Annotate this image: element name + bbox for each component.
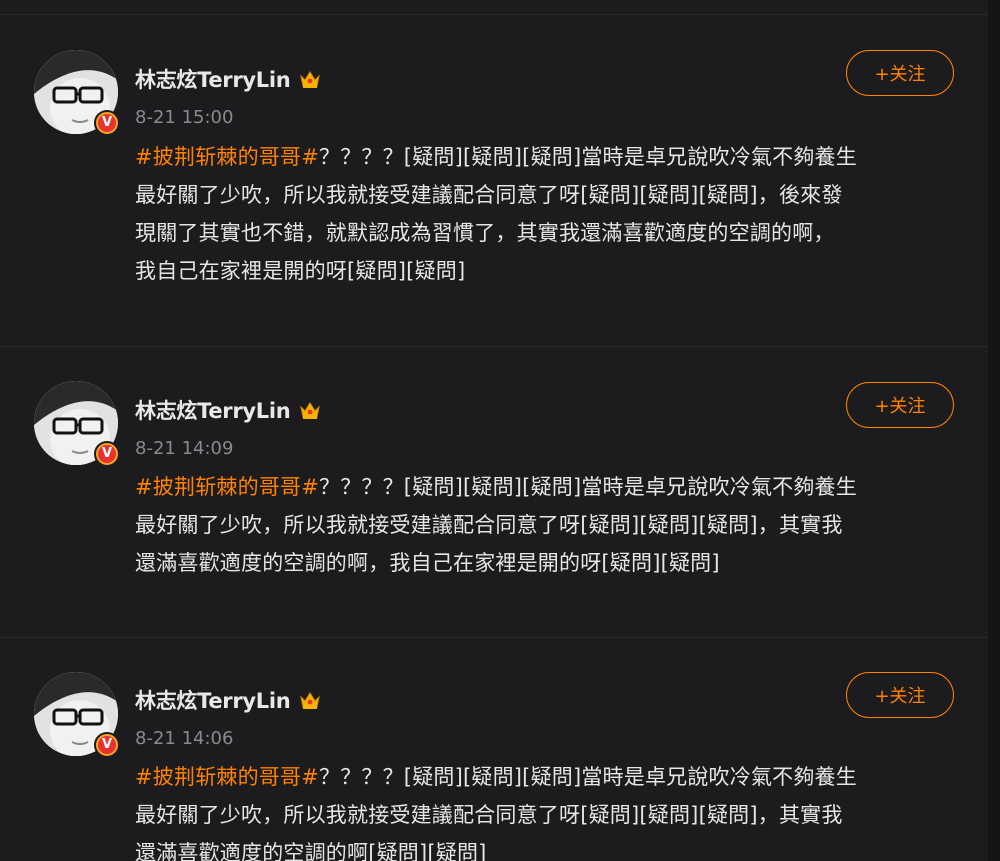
timestamp[interactable]: 8-21 15:00 [135,107,233,128]
avatar[interactable]: V [34,381,120,467]
crown-icon[interactable] [298,398,322,422]
post-card: V 林志炫TerryLin 8-21 14:09 +关注 #披荆斩棘的哥哥#？？… [0,347,988,637]
post-line: 最好關了少吹，所以我就接受建議配合同意了呀[疑問][疑問][疑問]，後來發 [135,183,843,207]
post-line: #披荆斩棘的哥哥#？？？？[疑問][疑問][疑問]當時是卓兄說吹冷氣不夠養生 [135,145,857,169]
post-body: #披荆斩棘的哥哥#？？？？[疑問][疑問][疑問]當時是卓兄說吹冷氣不夠養生 最… [135,468,955,582]
follow-button[interactable]: +关注 [846,672,954,718]
post-body: #披荆斩棘的哥哥#？？？？[疑問][疑問][疑問]當時是卓兄說吹冷氣不夠養生 最… [135,138,955,290]
username[interactable]: 林志炫TerryLin [135,64,291,94]
post-line: #披荆斩棘的哥哥#？？？？[疑問][疑問][疑問]當時是卓兄說吹冷氣不夠養生 [135,475,857,499]
timestamp[interactable]: 8-21 14:06 [135,728,233,749]
post-line: 最好關了少吹，所以我就接受建議配合同意了呀[疑問][疑問][疑問]，其實我 [135,513,843,537]
post-card: V 林志炫TerryLin 8-21 14:06 +关注 #披荆斩棘的哥哥#？？… [0,638,988,861]
post-line: 我自己在家裡是開的呀[疑問][疑問] [135,259,466,283]
avatar[interactable]: V [34,50,120,136]
follow-button[interactable]: +关注 [846,382,954,428]
post-line: 還滿喜歡適度的空調的啊，我自己在家裡是開的呀[疑問][疑問] [135,551,720,575]
hashtag-link[interactable]: #披荆斩棘的哥哥# [135,475,319,499]
post-line: 還滿喜歡適度的空調的啊[疑問][疑問] [135,841,487,861]
weibo-feed: V 林志炫TerryLin 8-21 15:00 +关注 #披荆斩棘的哥哥#？？… [0,0,988,861]
crown-icon[interactable] [298,67,322,91]
verified-v-icon: V [94,732,120,758]
hashtag-link[interactable]: #披荆斩棘的哥哥# [135,145,319,169]
post-line: 最好關了少吹，所以我就接受建議配合同意了呀[疑問][疑問][疑問]，其實我 [135,803,843,827]
post-card: V 林志炫TerryLin 8-21 15:00 +关注 #披荆斩棘的哥哥#？？… [0,0,988,346]
verified-v-icon: V [94,441,120,467]
username[interactable]: 林志炫TerryLin [135,395,291,425]
hashtag-link[interactable]: #披荆斩棘的哥哥# [135,765,319,789]
username-row: 林志炫TerryLin [135,395,322,425]
username-row: 林志炫TerryLin [135,685,322,715]
timestamp[interactable]: 8-21 14:09 [135,438,233,459]
follow-button[interactable]: +关注 [846,50,954,96]
post-body: #披荆斩棘的哥哥#？？？？[疑問][疑問][疑問]當時是卓兄說吹冷氣不夠養生 最… [135,758,955,861]
post-line: #披荆斩棘的哥哥#？？？？[疑問][疑問][疑問]當時是卓兄說吹冷氣不夠養生 [135,765,857,789]
username-row: 林志炫TerryLin [135,64,322,94]
avatar[interactable]: V [34,672,120,758]
verified-v-icon: V [94,110,120,136]
scrollbar-track[interactable] [988,0,1000,861]
post-line: 現關了其實也不錯，就默認成為習慣了，其實我還滿喜歡適度的空調的啊， [135,221,835,245]
username[interactable]: 林志炫TerryLin [135,685,291,715]
crown-icon[interactable] [298,688,322,712]
